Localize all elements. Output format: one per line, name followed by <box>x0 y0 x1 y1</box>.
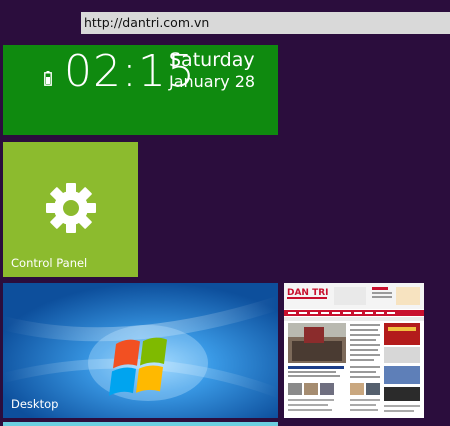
clock-date: January 28 <box>169 72 256 91</box>
control-panel-label: Control Panel <box>11 256 88 270</box>
desktop-label: Desktop <box>11 397 59 411</box>
website-tile[interactable]: DAN TRI <box>284 283 424 418</box>
battery-icon <box>44 71 52 86</box>
website-logo: DAN TRI <box>287 288 329 298</box>
clock-day: Saturday <box>169 49 255 71</box>
next-tile-edge[interactable] <box>3 422 278 426</box>
control-panel-tile[interactable]: Control Panel <box>3 142 138 277</box>
desktop-tile[interactable]: Desktop <box>3 283 278 418</box>
address-bar[interactable]: http://dantri.com.vn <box>81 12 450 34</box>
address-bar-url[interactable]: http://dantri.com.vn <box>84 15 209 30</box>
gear-icon <box>46 183 96 233</box>
clock-tile[interactable]: 02:15 Saturday January 28 <box>3 45 278 135</box>
website-thumbnail: DAN TRI <box>284 283 424 418</box>
